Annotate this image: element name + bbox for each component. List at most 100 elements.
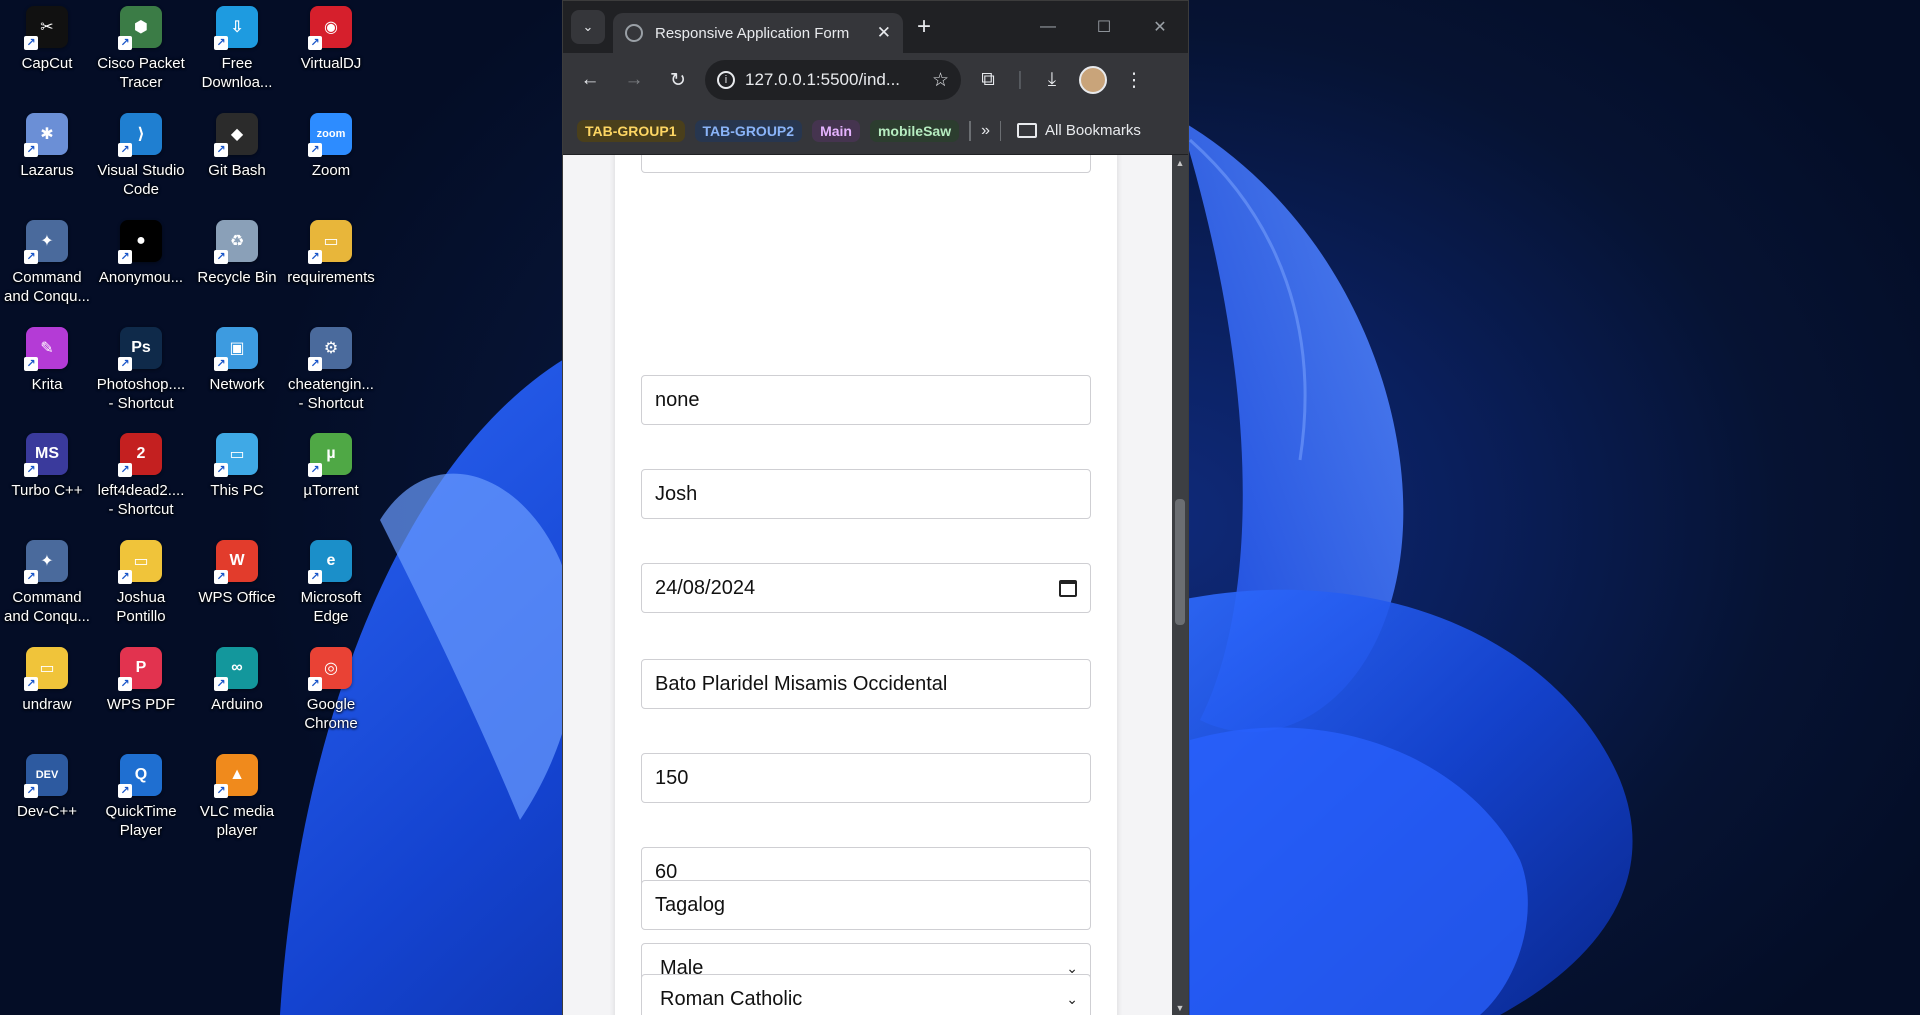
all-bookmarks-button[interactable]: All Bookmarks (1017, 122, 1141, 139)
desktop-shortcut-label: Git Bash (208, 162, 266, 179)
form-lower-fields-inner: Tagalog Roman Catholic ⌄ (615, 154, 1117, 1015)
address-bar[interactable]: i 127.0.0.1:5500/ind... ☆ (705, 60, 961, 100)
desktop-shortcut-label: Anonymou... (98, 269, 184, 286)
desktop-shortcut[interactable]: ◉ ↗ VirtualDJ (284, 6, 378, 73)
toolbar-separator: | (1017, 69, 1023, 90)
tab-search-button[interactable]: ⌄ (571, 10, 605, 44)
minimize-button[interactable]: — (1020, 1, 1076, 53)
folder-joshua-icon: ▭ ↗ (118, 540, 162, 584)
recycle-bin-icon: ♻ ↗ (214, 220, 258, 264)
desktop-shortcut-label: Google Chrome (304, 696, 358, 732)
vscode-icon: ⟩ ↗ (118, 113, 162, 157)
desktop-shortcut-label: VLC media player (199, 803, 275, 839)
desktop-shortcut[interactable]: ▭ ↗ requirements (284, 220, 378, 287)
religion-select[interactable]: Roman Catholic ⌄ (641, 974, 1091, 1015)
shortcut-arrow-icon: ↗ (118, 250, 132, 264)
forward-button[interactable]: → (617, 63, 651, 97)
shortcut-arrow-icon: ↗ (24, 36, 38, 50)
close-window-button[interactable]: ✕ (1132, 1, 1188, 53)
desktop-shortcut[interactable]: ▭ ↗ Joshua Pontillo (94, 540, 188, 626)
shortcut-arrow-icon: ↗ (24, 250, 38, 264)
desktop-shortcut[interactable]: e ↗ Microsoft Edge (284, 540, 378, 626)
browser-tab[interactable]: Responsive Application Form ✕ (613, 13, 903, 53)
desktop-shortcut[interactable]: Q ↗ QuickTime Player (94, 754, 188, 840)
desktop-shortcut[interactable]: ✦ ↗ Command and Conqu... (0, 540, 94, 626)
shortcut-arrow-icon: ↗ (118, 784, 132, 798)
bookmark-star-icon[interactable]: ☆ (932, 69, 949, 92)
tab-strip: ⌄ Responsive Application Form ✕ + — ☐ ✕ (563, 1, 1188, 53)
desktop-shortcut-label: Turbo C++ (11, 482, 83, 499)
free-download-manager-icon: ⇩ ↗ (214, 6, 258, 50)
downloads-icon[interactable]: ⤓ (1035, 63, 1069, 97)
close-tab-icon[interactable]: ✕ (877, 23, 891, 43)
profile-avatar[interactable] (1079, 66, 1107, 94)
religion-value: Roman Catholic (660, 987, 803, 1010)
photoshop-icon: Ps ↗ (118, 327, 162, 371)
back-button[interactable]: ← (573, 63, 607, 97)
wps-office-icon: W ↗ (214, 540, 258, 584)
desktop-shortcut[interactable]: ∞ ↗ Arduino (190, 647, 284, 714)
desktop-shortcut-label: Zoom (311, 162, 351, 179)
desktop-shortcut[interactable]: ⇩ ↗ Free Downloa... (190, 6, 284, 92)
bookmark-group-main[interactable]: Main (812, 119, 860, 142)
site-info-icon[interactable]: i (717, 71, 735, 89)
desktop-shortcut[interactable]: ✎ ↗ Krita (0, 327, 94, 394)
bookmark-group-1[interactable]: TAB-GROUP1 (577, 119, 685, 142)
desktop-shortcut[interactable]: ⬢ ↗ Cisco Packet Tracer (94, 6, 188, 92)
desktop-shortcut-label: Network (209, 376, 265, 393)
shortcut-arrow-icon: ↗ (118, 357, 132, 371)
desktop-shortcut[interactable]: DEV ↗ Dev-C++ (0, 754, 94, 821)
krita-icon: ✎ ↗ (24, 327, 68, 371)
folder-icon (1017, 123, 1037, 138)
desktop-shortcut-label: Microsoft Edge (300, 589, 362, 625)
desktop-shortcut[interactable]: ✦ ↗ Command and Conqu... (0, 220, 94, 306)
folder-undraw-icon: ▭ ↗ (24, 647, 68, 691)
desktop-shortcut-label: Free Downloa... (201, 55, 273, 91)
desktop-icon-grid: ✂ ↗ CapCut ⬢ ↗ Cisco Packet Tracer ⇩ ↗ Free Down… (0, 0, 390, 1015)
shortcut-arrow-icon: ↗ (24, 463, 38, 477)
maximize-button[interactable]: ☐ (1076, 1, 1132, 53)
scroll-up-icon[interactable]: ▲ (1172, 155, 1188, 171)
desktop-shortcut[interactable]: ◎ ↗ Google Chrome (284, 647, 378, 733)
extensions-icon[interactable]: ⧉ (971, 63, 1005, 97)
desktop-shortcut[interactable]: ♻ ↗ Recycle Bin (190, 220, 284, 287)
language-value: Tagalog (655, 893, 726, 916)
desktop-shortcut-label: Cisco Packet Tracer (97, 55, 185, 91)
desktop-shortcut[interactable]: ▭ ↗ undraw (0, 647, 94, 714)
desktop-shortcut[interactable]: ▣ ↗ Network (190, 327, 284, 394)
new-tab-button[interactable]: + (917, 13, 931, 41)
desktop-shortcut[interactable]: W ↗ WPS Office (190, 540, 284, 607)
reload-button[interactable]: ↻ (661, 63, 695, 97)
scrollbar-thumb[interactable] (1175, 499, 1185, 625)
scroll-down-icon[interactable]: ▼ (1172, 1000, 1188, 1015)
left4dead2-icon: 2 ↗ (118, 433, 162, 477)
desktop-shortcut[interactable]: ◆ ↗ Git Bash (190, 113, 284, 180)
desktop-shortcut[interactable]: ⟩ ↗ Visual Studio Code (94, 113, 188, 199)
more-bookmarks-icon[interactable]: » (981, 122, 990, 140)
desktop-shortcut[interactable]: µ ↗ µTorrent (284, 433, 378, 500)
desktop-shortcut[interactable]: 2 ↗ left4dead2.... - Shortcut (94, 433, 188, 519)
desktop-shortcut[interactable]: ⚙ ↗ cheatengin... - Shortcut (284, 327, 378, 413)
desktop-shortcut[interactable]: ● ↗ Anonymou... (94, 220, 188, 287)
desktop-shortcut[interactable]: ▭ ↗ This PC (190, 433, 284, 500)
desktop-shortcut[interactable]: P ↗ WPS PDF (94, 647, 188, 714)
cheat-engine-icon: ⚙ ↗ (308, 327, 352, 371)
desktop-shortcut[interactable]: Ps ↗ Photoshop.... - Shortcut (94, 327, 188, 413)
command-and-conquer-icon: ✦ ↗ (24, 220, 68, 264)
desktop-shortcut-label: Joshua Pontillo (116, 589, 166, 625)
command-and-conquer-2-icon: ✦ ↗ (24, 540, 68, 584)
google-chrome-icon: ◎ ↗ (308, 647, 352, 691)
page-scrollbar[interactable]: ▲ ▼ (1172, 155, 1188, 1015)
bookmark-group-2[interactable]: TAB-GROUP2 (694, 119, 803, 142)
desktop-shortcut[interactable]: zoom ↗ Zoom (284, 113, 378, 180)
desktop-shortcut[interactable]: ✂ ↗ CapCut (0, 6, 94, 73)
desktop-shortcut[interactable]: ▲ ↗ VLC media player (190, 754, 284, 840)
desktop-shortcut-label: This PC (210, 482, 264, 499)
shortcut-arrow-icon: ↗ (118, 463, 132, 477)
menu-kebab-icon[interactable]: ⋮ (1117, 63, 1151, 97)
bookmark-group-mobilesaw[interactable]: mobileSaw (869, 119, 960, 142)
desktop-shortcut[interactable]: MS ↗ Turbo C++ (0, 433, 94, 500)
desktop-shortcut-label: Command and Conqu... (4, 589, 90, 625)
desktop-shortcut[interactable]: ✱ ↗ Lazarus (0, 113, 94, 180)
language-field[interactable]: Tagalog (641, 880, 1091, 930)
